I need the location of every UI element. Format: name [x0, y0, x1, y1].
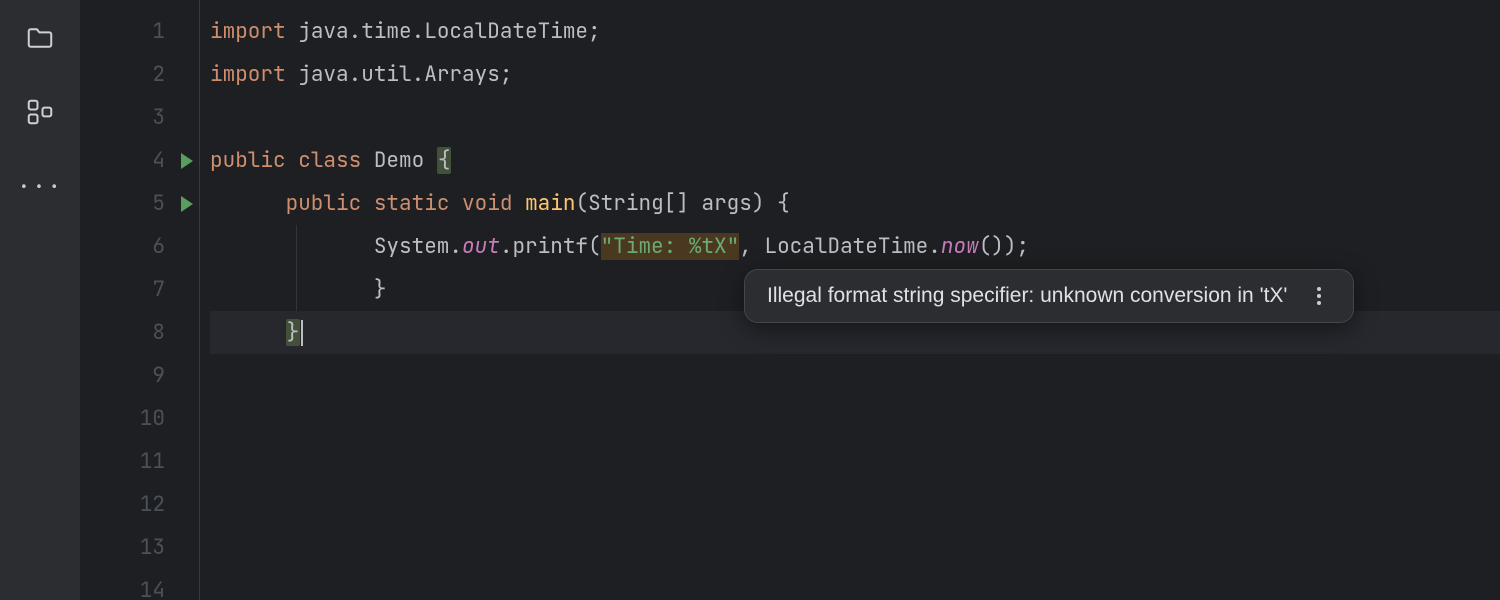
matched-brace: }	[286, 319, 301, 346]
code-editor[interactable]: 1 2 3 4 5 6 7 8 9 10 11 12 13 14 import …	[80, 0, 1500, 600]
gutter: 1 2 3 4 5 6 7 8 9 10 11 12 13 14	[80, 0, 200, 600]
more-actions-icon[interactable]	[1307, 287, 1331, 305]
line-number: 3	[152, 104, 165, 131]
structure-icon[interactable]	[24, 96, 56, 128]
code-line[interactable]	[210, 440, 1500, 483]
more-icon[interactable]: ···	[24, 170, 56, 202]
line-number: 1	[152, 18, 165, 45]
line-number: 13	[140, 534, 165, 561]
code-line[interactable]	[210, 569, 1500, 600]
code-line[interactable]: import java.time.LocalDateTime;	[210, 10, 1500, 53]
indent-guide	[296, 225, 297, 268]
line-number: 14	[140, 577, 165, 600]
run-gutter-icon[interactable]	[181, 196, 193, 212]
line-number: 5	[152, 190, 165, 217]
tool-sidebar: ···	[0, 0, 80, 600]
warning-highlight: "Time: %tX"	[601, 233, 740, 260]
line-number: 8	[152, 319, 165, 346]
indent-guide	[296, 268, 297, 311]
folder-icon[interactable]	[24, 22, 56, 54]
line-number: 4	[152, 147, 165, 174]
line-number: 6	[152, 233, 165, 260]
line-number: 7	[152, 276, 165, 303]
code-line[interactable]	[210, 354, 1500, 397]
run-gutter-icon[interactable]	[181, 153, 193, 169]
code-line[interactable]	[210, 483, 1500, 526]
inspection-tooltip[interactable]: Illegal format string specifier: unknown…	[744, 269, 1354, 323]
line-number: 2	[152, 61, 165, 88]
tooltip-message: Illegal format string specifier: unknown…	[767, 284, 1287, 308]
code-line[interactable]: public class Demo {	[210, 139, 1500, 182]
code-line[interactable]	[210, 96, 1500, 139]
line-number: 12	[140, 491, 165, 518]
matched-brace: {	[437, 147, 452, 174]
code-line[interactable]: public static void main(String[] args) {	[210, 182, 1500, 225]
line-number: 10	[140, 405, 165, 432]
code-line[interactable]: System.out.printf("Time: %tX", LocalDate…	[210, 225, 1500, 268]
code-line[interactable]	[210, 526, 1500, 569]
code-line[interactable]: import java.util.Arrays;	[210, 53, 1500, 96]
line-number: 11	[140, 448, 165, 475]
line-number: 9	[152, 362, 165, 389]
code-line[interactable]	[210, 397, 1500, 440]
text-caret	[301, 320, 303, 346]
